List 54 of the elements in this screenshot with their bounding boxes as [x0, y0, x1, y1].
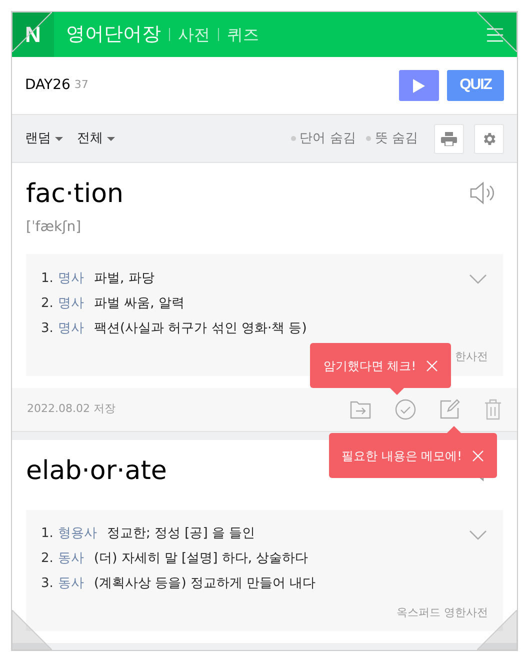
- app-title[interactable]: 영어단어장: [66, 20, 161, 49]
- sort-dropdown[interactable]: 랜덤: [25, 128, 63, 148]
- corner-fold-icon: [12, 610, 52, 650]
- move-folder-icon[interactable]: [350, 400, 371, 418]
- sense-number: 1.: [41, 270, 54, 288]
- header-link[interactable]: 퀴즈: [227, 22, 259, 46]
- sense-number: 2.: [41, 294, 54, 313]
- dictionary-source: 옥스퍼드 영한사전: [396, 604, 488, 620]
- chevron-down-icon[interactable]: [469, 530, 487, 540]
- corner-fold-icon: [477, 12, 517, 52]
- chevron-down-icon[interactable]: [469, 274, 487, 284]
- sense-number: 2.: [41, 550, 54, 568]
- sense-text: 파벌 싸움, 알력: [94, 294, 184, 313]
- check-circle-icon[interactable]: [395, 398, 416, 420]
- word-count: 37: [74, 77, 88, 94]
- part-of-speech: 형용사: [58, 525, 97, 544]
- sense-text: 정교한; 정성 [공] 을 들인: [107, 525, 256, 544]
- menu-icon[interactable]: [487, 28, 503, 42]
- hide-toggle[interactable]: 단어 숨김: [290, 128, 356, 148]
- trash-icon[interactable]: [484, 398, 502, 420]
- word-headword: elab·or·ate: [26, 454, 167, 488]
- pronunciation: [ˈfækʃn]: [26, 218, 82, 237]
- quiz-button[interactable]: QUIZ: [447, 70, 504, 101]
- sort-dropdown[interactable]: 전체: [77, 128, 115, 148]
- sense-number: 3.: [41, 320, 54, 338]
- part-of-speech: 명사: [58, 320, 84, 338]
- print-button[interactable]: [434, 124, 464, 154]
- speaker-icon[interactable]: [469, 181, 495, 205]
- header-link[interactable]: 사전: [178, 22, 210, 46]
- dictionary-source: 한사전: [455, 349, 488, 365]
- printer-icon: [441, 132, 457, 146]
- sense-text: 파벌, 파당: [94, 270, 154, 288]
- sense-text: (계획사상 등을) 정교하게 만들어 내다: [94, 575, 316, 594]
- part-of-speech: 명사: [58, 294, 84, 313]
- sense-text: (더) 자세히 말 [설명] 하다, 상술하다: [94, 550, 308, 568]
- word-headword: fac·tion: [26, 178, 124, 211]
- part-of-speech: 동사: [58, 575, 84, 594]
- part-of-speech: 동사: [58, 550, 84, 568]
- settings-icon: [481, 130, 497, 146]
- tooltip-text: 필요한 내용은 메모에!: [342, 448, 462, 464]
- edit-icon[interactable]: [440, 399, 460, 419]
- day-label: DAY26: [25, 76, 70, 95]
- close-icon[interactable]: [426, 360, 438, 372]
- play-button[interactable]: [399, 70, 439, 101]
- play-icon: [413, 78, 425, 92]
- hide-toggle[interactable]: 뜻 숨김: [366, 128, 418, 148]
- sense-number: 1.: [41, 525, 54, 544]
- tooltip-text: 암기했다면 체크!: [323, 358, 416, 374]
- settings-button[interactable]: [474, 124, 504, 154]
- close-icon[interactable]: [472, 450, 484, 462]
- sense-text: 팩션(사실과 허구가 섞인 영화·책 등): [94, 320, 307, 338]
- sense-number: 3.: [41, 575, 54, 594]
- part-of-speech: 명사: [58, 270, 84, 288]
- saved-date: 2022.08.02 저장: [27, 400, 116, 417]
